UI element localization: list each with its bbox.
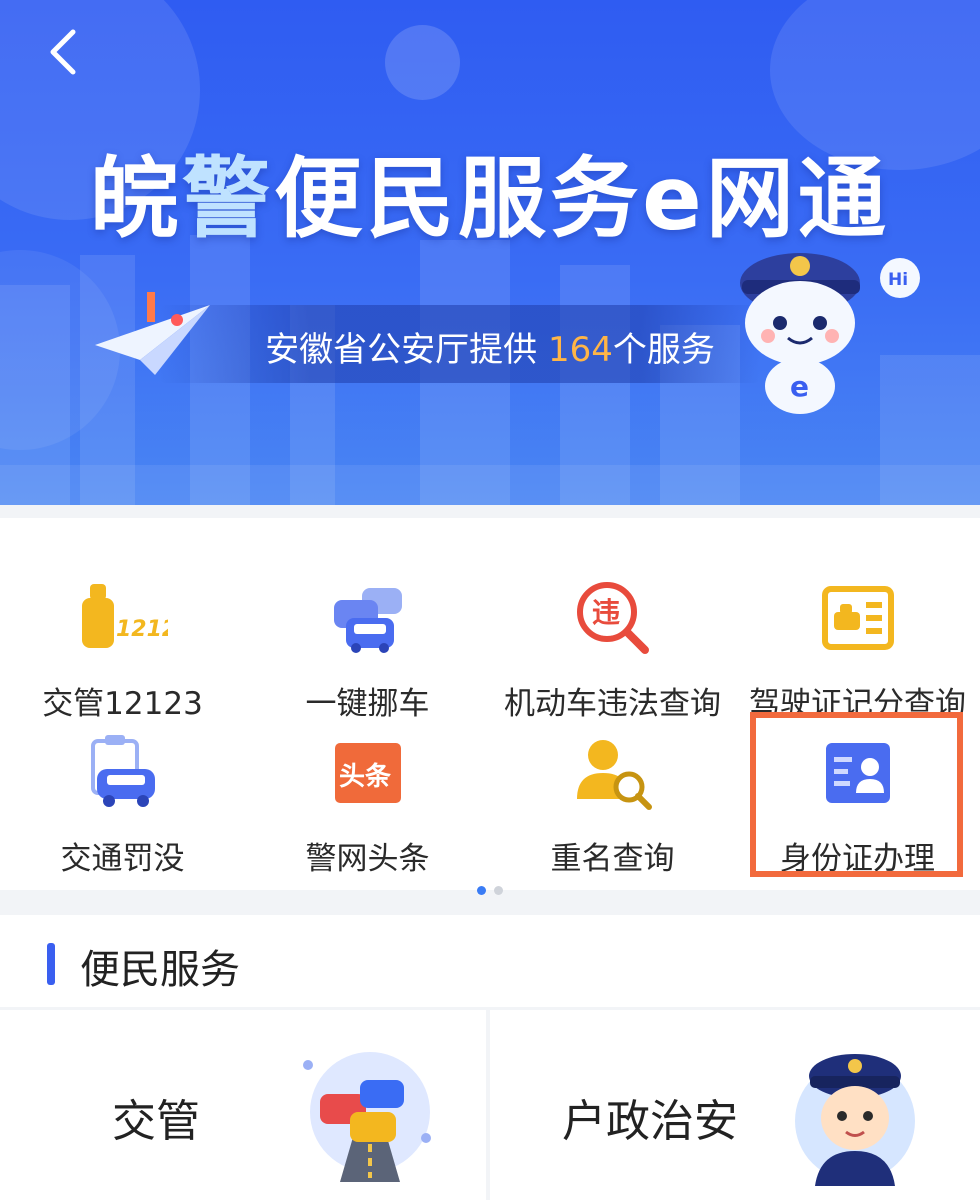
service-count: 164 bbox=[547, 330, 613, 370]
name-search-icon bbox=[576, 740, 652, 810]
service-label: 重名查询 bbox=[550, 841, 675, 877]
page-dot bbox=[494, 886, 503, 895]
headline-icon: 头条 bbox=[334, 743, 401, 803]
service-item-traffic-12123[interactable]: 12123 交管12123 bbox=[0, 568, 245, 722]
section-accent-bar bbox=[47, 943, 55, 985]
card-label: 户政治安 bbox=[562, 1096, 738, 1147]
svg-text:头条: 头条 bbox=[339, 762, 392, 792]
hero-banner: 皖警便民服务e网通 安徽省公安厅提供 164个服务 e Hi bbox=[0, 0, 980, 505]
page-title: 皖警便民服务e网通 bbox=[90, 147, 890, 250]
traffic-cars-icon bbox=[303, 1052, 431, 1182]
card-label: 交管 bbox=[112, 1096, 200, 1147]
service-label: 交通罚没 bbox=[60, 841, 185, 877]
svg-text:e: e bbox=[790, 370, 809, 403]
traffic-12123-icon: 12123 bbox=[81, 584, 168, 648]
service-item-move-car[interactable]: 一键挪车 bbox=[245, 568, 490, 722]
paper-plane-icon bbox=[95, 292, 210, 375]
app-page: 皖警便民服务e网通 安徽省公安厅提供 164个服务 e Hi 121 交管121… bbox=[0, 0, 980, 1200]
service-item-violation-search[interactable]: 违 机动车违法查询 bbox=[490, 568, 735, 722]
mascot-greeting: Hi bbox=[888, 270, 908, 290]
move-car-icon bbox=[333, 588, 402, 653]
highlight-frame bbox=[750, 712, 963, 877]
license-points-icon bbox=[821, 586, 894, 650]
service-label: 警网头条 bbox=[305, 841, 430, 877]
police-avatar-icon bbox=[795, 1054, 915, 1186]
service-item-name-search[interactable]: 重名查询 bbox=[490, 723, 735, 877]
violation-search-icon: 违 bbox=[576, 582, 649, 654]
service-label: 交管12123 bbox=[42, 686, 203, 722]
category-card-traffic[interactable]: 交管 bbox=[0, 1010, 486, 1200]
mascot-robot-icon: e Hi bbox=[740, 253, 920, 414]
service-item-headline[interactable]: 头条 警网头条 bbox=[245, 723, 490, 877]
traffic-fine-icon bbox=[90, 735, 155, 807]
service-label: 一键挪车 bbox=[305, 686, 430, 722]
section-title: 便民服务 bbox=[80, 947, 240, 993]
service-label: 机动车违法查询 bbox=[504, 686, 721, 722]
page-dot-active bbox=[477, 886, 486, 895]
chevron-left-icon bbox=[50, 29, 76, 75]
back-button[interactable] bbox=[30, 20, 94, 84]
section-header: 便民服务 bbox=[0, 915, 980, 1007]
service-item-license-points[interactable]: 驾驶证记分查询 bbox=[735, 568, 980, 722]
category-card-household-security[interactable]: 户政治安 bbox=[490, 1010, 980, 1200]
page-indicator bbox=[0, 880, 980, 899]
svg-text:12123: 12123 bbox=[116, 617, 168, 642]
svg-text:违: 违 bbox=[592, 596, 620, 629]
service-item-traffic-fine[interactable]: 交通罚没 bbox=[0, 723, 245, 877]
